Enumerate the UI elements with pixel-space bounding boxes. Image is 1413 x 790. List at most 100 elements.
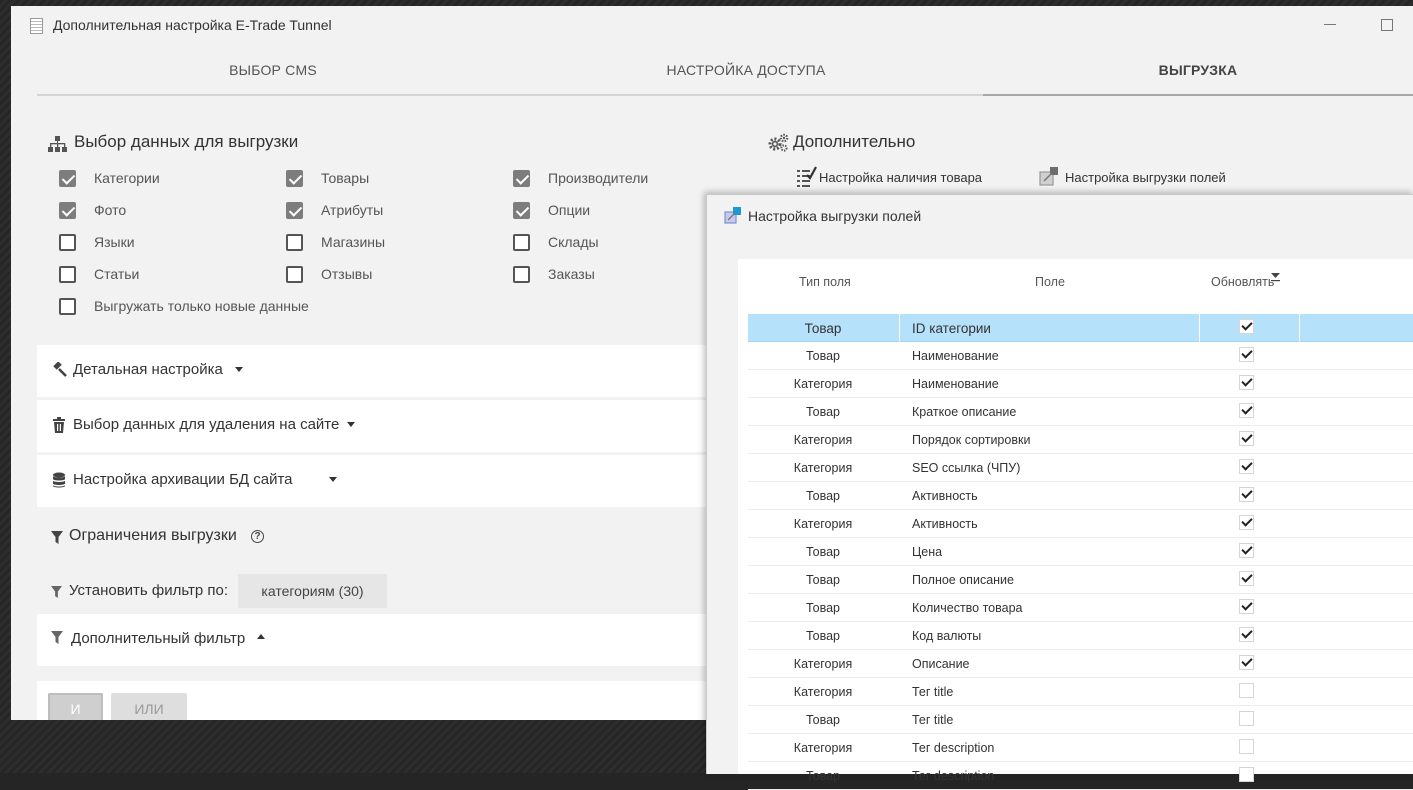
tab-cms[interactable]: ВЫБОР CMS <box>37 46 509 94</box>
data-checkbox[interactable] <box>59 202 76 219</box>
notepad-icon <box>30 18 43 34</box>
field-name-cell: Количество товара <box>912 601 1023 615</box>
table-row[interactable]: Товар Цена <box>748 538 1413 566</box>
maximize-icon[interactable] <box>1375 14 1399 34</box>
data-checkbox[interactable] <box>286 170 303 187</box>
update-checkbox[interactable] <box>1239 431 1254 446</box>
table-row[interactable]: Товар Код валюты <box>748 622 1413 650</box>
fields-table-body: Товар ID категории Товар Наименование Катего… <box>748 314 1413 790</box>
field-type-cell: Категория <box>793 433 853 447</box>
table-row[interactable]: Товар Активность <box>748 482 1413 510</box>
table-row[interactable]: Категория SEO ссылка (ЧПУ) <box>748 454 1413 482</box>
table-row[interactable]: Категория Тег description <box>748 734 1413 762</box>
set-filter-label: Установить фильтр по: <box>69 582 229 599</box>
data-checkbox[interactable] <box>59 170 76 187</box>
tab-bar: ВЫБОР CMS НАСТРОЙКА ДОСТУПА ВЫГРУЗКА <box>37 46 1413 96</box>
update-checkbox[interactable] <box>1239 515 1254 530</box>
archive-settings-label: Настройка архивации БД сайта <box>73 471 293 488</box>
extra-filter-panel[interactable]: Дополнительный фильтр <box>37 614 757 666</box>
data-checkbox[interactable] <box>59 266 76 283</box>
field-type-cell: Товар <box>805 405 840 419</box>
table-row[interactable]: Товар ID категории <box>748 314 1413 342</box>
archive-settings-panel[interactable]: Настройка архивации БД сайта <box>37 455 757 507</box>
data-selection-title: Выбор данных для выгрузки <box>74 132 299 151</box>
data-checkbox[interactable] <box>286 202 303 219</box>
data-checkbox[interactable] <box>513 266 530 283</box>
update-checkbox[interactable] <box>1239 571 1254 586</box>
data-checkbox[interactable] <box>286 234 303 251</box>
column-header-field[interactable]: Поле <box>1035 275 1065 289</box>
only-new-checkbox[interactable] <box>59 298 76 315</box>
fields-settings-link[interactable]: Настройка выгрузки полей <box>1065 170 1226 185</box>
data-checkbox-label: Статьи <box>94 266 140 282</box>
field-name-cell: Полное описание <box>912 573 1014 587</box>
update-checkbox[interactable] <box>1239 403 1254 418</box>
table-row[interactable]: Категория Наименование <box>748 370 1413 398</box>
table-row[interactable]: Категория Порядок сортировки <box>748 426 1413 454</box>
category-filter-chip[interactable]: категориям (30) <box>238 574 387 608</box>
data-checkbox[interactable] <box>286 266 303 283</box>
update-checkbox[interactable] <box>1239 767 1254 782</box>
field-name-cell: Тег title <box>912 685 954 699</box>
extra-filter-label: Дополнительный фильтр <box>71 630 246 647</box>
field-name-cell: Код валюты <box>912 629 982 643</box>
update-checkbox[interactable] <box>1239 459 1254 474</box>
table-row[interactable]: Категория Тег title <box>748 678 1413 706</box>
or-button[interactable]: ИЛИ <box>111 693 187 720</box>
update-checkbox[interactable] <box>1239 655 1254 670</box>
fields-grid: Тип поля Поле Обновлять Товар ID категори… <box>738 259 1413 790</box>
data-checkbox[interactable] <box>59 234 76 251</box>
delete-data-panel[interactable]: Выбор данных для удаления на сайте <box>37 400 757 452</box>
update-checkbox[interactable] <box>1239 543 1254 558</box>
column-header-type[interactable]: Тип поля <box>799 275 851 289</box>
update-checkbox[interactable] <box>1239 599 1254 614</box>
update-checkbox[interactable] <box>1239 347 1254 362</box>
update-checkbox[interactable] <box>1239 711 1254 726</box>
caret-up-icon <box>257 628 265 639</box>
sort-filter-icon[interactable] <box>1271 273 1280 282</box>
tab-access[interactable]: НАСТРОЙКА ДОСТУПА <box>509 46 983 94</box>
data-checkbox[interactable] <box>513 202 530 219</box>
tab-export[interactable]: ВЫГРУЗКА <box>983 46 1413 96</box>
data-checkbox-label: Опции <box>548 202 591 218</box>
detailed-settings-panel[interactable]: Детальная настройка <box>37 345 757 397</box>
field-type-cell: Товар <box>805 545 840 559</box>
column-header-update[interactable]: Обновлять <box>1211 275 1274 289</box>
update-checkbox[interactable] <box>1239 627 1254 642</box>
update-checkbox[interactable] <box>1239 739 1254 754</box>
minimize-icon[interactable] <box>1319 14 1343 34</box>
field-name-cell: Краткое описание <box>912 405 1017 419</box>
field-name-cell: Наименование <box>912 349 999 363</box>
and-button[interactable]: И <box>48 693 103 720</box>
data-checkbox[interactable] <box>513 234 530 251</box>
table-row[interactable]: Категория Активность <box>748 510 1413 538</box>
update-checkbox[interactable] <box>1239 487 1254 502</box>
table-row[interactable]: Товар Тег title <box>748 706 1413 734</box>
data-checkbox-label: Атрибуты <box>321 202 384 218</box>
filter-icon <box>51 631 63 644</box>
table-row[interactable]: Категория Описание <box>748 650 1413 678</box>
field-name-cell: Активность <box>912 517 978 531</box>
field-name-cell: Цена <box>912 545 943 559</box>
field-name-cell: Активность <box>912 489 978 503</box>
column-divider <box>1199 314 1200 342</box>
table-row[interactable]: Товар Краткое описание <box>748 398 1413 426</box>
dialog-title: Настройка выгрузки полей <box>748 208 922 224</box>
table-row[interactable]: Товар Наименование <box>748 342 1413 370</box>
data-checkbox[interactable] <box>513 170 530 187</box>
update-checkbox[interactable] <box>1239 319 1254 334</box>
filter-icon <box>51 586 62 598</box>
help-icon[interactable]: ? <box>251 530 264 543</box>
field-name-cell: Наименование <box>912 377 999 391</box>
table-row[interactable]: Товар Тег description <box>748 762 1413 790</box>
field-name-cell: Тег description <box>912 769 995 783</box>
data-checkbox-label: Фото <box>94 202 127 218</box>
table-row[interactable]: Товар Полное описание <box>748 566 1413 594</box>
table-row[interactable]: Товар Количество товара <box>748 594 1413 622</box>
data-checkbox-label: Товары <box>321 170 370 186</box>
update-checkbox[interactable] <box>1239 375 1254 390</box>
update-checkbox[interactable] <box>1239 683 1254 698</box>
stock-settings-link[interactable]: Настройка наличия товара <box>819 170 982 185</box>
field-type-cell: Товар <box>804 321 842 336</box>
field-type-cell: Категория <box>793 685 853 699</box>
